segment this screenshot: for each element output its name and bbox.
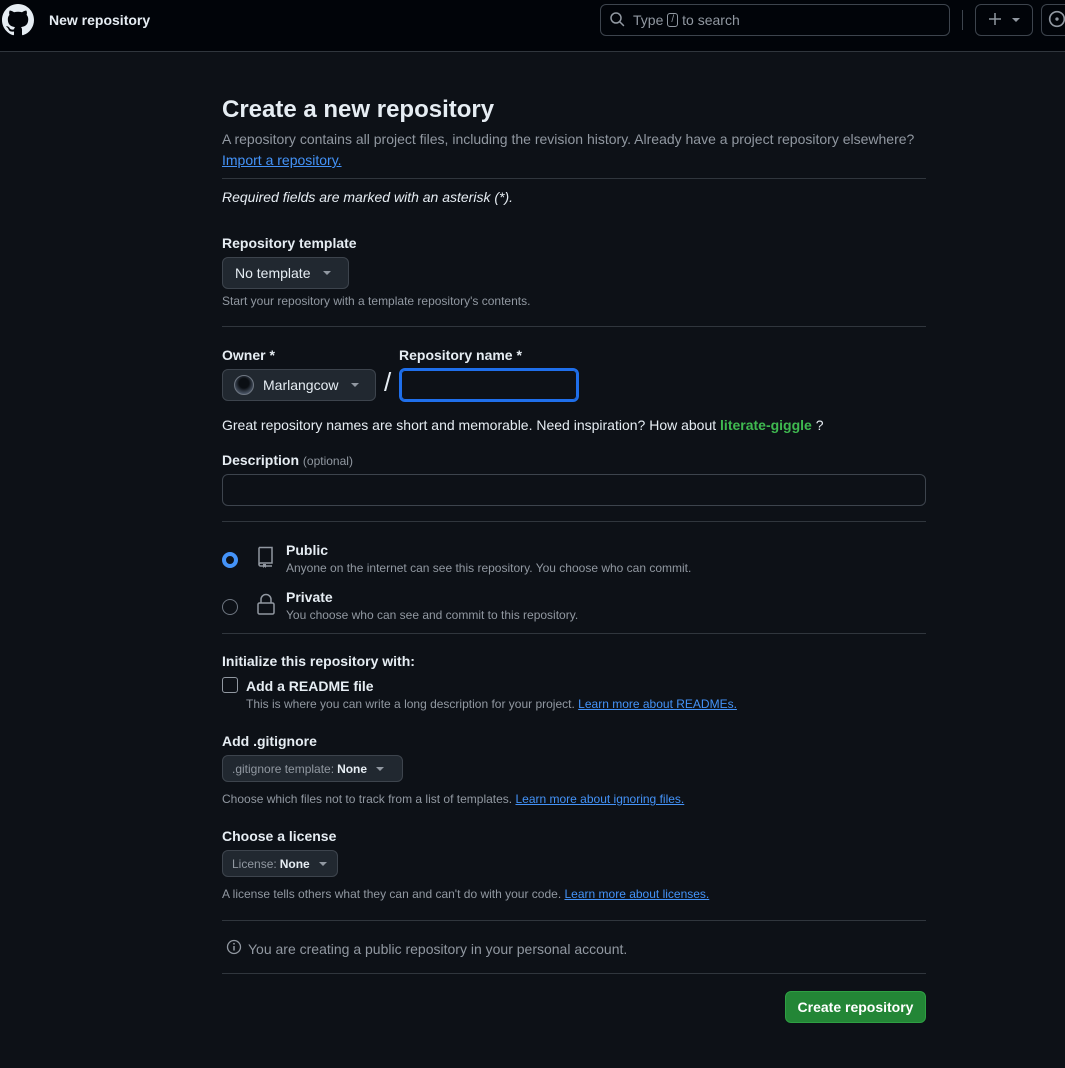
issue-opened-icon bbox=[1048, 10, 1065, 31]
divider bbox=[222, 633, 926, 634]
template-label: Repository template bbox=[222, 235, 357, 251]
info-text: You are creating a public repository in … bbox=[248, 940, 628, 957]
repo-name-label: Repository name * bbox=[399, 347, 522, 363]
gitignore-hint: Choose which files not to track from a l… bbox=[222, 792, 684, 806]
readme-label[interactable]: Add a README file bbox=[246, 678, 374, 694]
divider bbox=[222, 178, 926, 179]
lock-icon bbox=[256, 592, 276, 619]
license-prefix: License: bbox=[232, 856, 277, 871]
license-hint: A license tells others what they can and… bbox=[222, 887, 709, 901]
search-shortcut-key: / bbox=[667, 13, 679, 27]
private-description: You choose who can see and commit to thi… bbox=[286, 608, 579, 622]
chevron-down-icon bbox=[318, 861, 327, 866]
repo-name-input[interactable] bbox=[399, 368, 579, 402]
public-title: Public bbox=[286, 542, 329, 558]
license-value: None bbox=[279, 856, 310, 871]
search-icon bbox=[609, 11, 633, 30]
github-logo-icon[interactable] bbox=[2, 4, 34, 36]
divider bbox=[222, 326, 926, 327]
divider bbox=[222, 920, 926, 921]
template-select[interactable]: No template bbox=[222, 257, 349, 289]
owner-select[interactable]: Marlangcow bbox=[222, 369, 376, 401]
gitignore-prefix: .gitignore template: bbox=[232, 761, 335, 776]
description-label-text: Description bbox=[222, 452, 300, 468]
readme-hint: This is where you can write a long descr… bbox=[246, 697, 737, 711]
initialize-heading: Initialize this repository with: bbox=[222, 653, 415, 669]
license-hint-text: A license tells others what they can and… bbox=[222, 887, 562, 901]
private-radio[interactable] bbox=[222, 599, 238, 615]
divider bbox=[222, 521, 926, 522]
info-message: You are creating a public repository in … bbox=[226, 939, 627, 958]
subtitle-text: A repository contains all project files,… bbox=[222, 131, 915, 147]
required-fields-note: Required fields are marked with an aster… bbox=[222, 189, 514, 205]
suggestion-text: Great repository names are short and mem… bbox=[222, 417, 717, 433]
gitignore-value: None bbox=[337, 761, 368, 776]
global-header: New repository Type / to search bbox=[0, 0, 1065, 52]
chevron-down-icon bbox=[376, 766, 385, 771]
readme-learn-more-link[interactable]: Learn more about READMEs. bbox=[578, 697, 737, 711]
name-suggestion: Great repository names are short and mem… bbox=[222, 417, 824, 433]
plus-icon bbox=[988, 12, 1002, 29]
create-new-button[interactable] bbox=[975, 4, 1033, 36]
gitignore-label: Add .gitignore bbox=[222, 733, 317, 749]
license-label: Choose a license bbox=[222, 828, 337, 844]
create-repository-button[interactable]: Create repository bbox=[785, 991, 926, 1023]
search-placeholder-post: to search bbox=[682, 12, 740, 28]
private-title: Private bbox=[286, 589, 333, 605]
repo-icon bbox=[256, 545, 276, 572]
suggestion-suffix: ? bbox=[815, 417, 824, 433]
template-value: No template bbox=[235, 265, 311, 281]
public-radio[interactable] bbox=[222, 552, 238, 568]
header-title: New repository bbox=[49, 12, 151, 28]
import-repository-link[interactable]: Import a repository. bbox=[222, 152, 342, 168]
owner-label: Owner * bbox=[222, 347, 275, 363]
license-learn-more-link[interactable]: Learn more about licenses. bbox=[565, 887, 710, 901]
issues-button[interactable] bbox=[1041, 4, 1065, 36]
gitignore-select[interactable]: .gitignore template: None bbox=[222, 755, 403, 782]
divider bbox=[222, 973, 926, 974]
description-input[interactable] bbox=[222, 474, 926, 506]
readme-hint-text: This is where you can write a long descr… bbox=[246, 697, 575, 711]
description-label: Description (optional) bbox=[222, 452, 353, 468]
gitignore-learn-more-link[interactable]: Learn more about ignoring files. bbox=[515, 792, 684, 806]
owner-repo-separator: / bbox=[384, 367, 392, 397]
owner-value: Marlangcow bbox=[263, 377, 339, 393]
page-title: Create a new repository bbox=[222, 96, 495, 123]
page-subtitle: A repository contains all project files,… bbox=[222, 129, 926, 171]
chevron-down-icon bbox=[351, 383, 360, 387]
suggested-name-link[interactable]: literate-giggle bbox=[720, 417, 812, 433]
chevron-down-icon bbox=[1012, 18, 1020, 22]
search-placeholder-pre: Type bbox=[633, 12, 664, 28]
license-select[interactable]: License: None bbox=[222, 850, 338, 877]
template-hint: Start your repository with a template re… bbox=[222, 294, 531, 308]
optional-tag: (optional) bbox=[302, 454, 353, 468]
readme-checkbox[interactable] bbox=[222, 677, 238, 693]
header-divider bbox=[962, 10, 963, 30]
gitignore-hint-text: Choose which files not to track from a l… bbox=[222, 792, 513, 806]
avatar bbox=[234, 375, 254, 395]
search-input[interactable]: Type / to search bbox=[600, 4, 950, 36]
public-description: Anyone on the internet can see this repo… bbox=[286, 561, 692, 575]
info-icon bbox=[226, 939, 242, 958]
chevron-down-icon bbox=[323, 271, 332, 275]
